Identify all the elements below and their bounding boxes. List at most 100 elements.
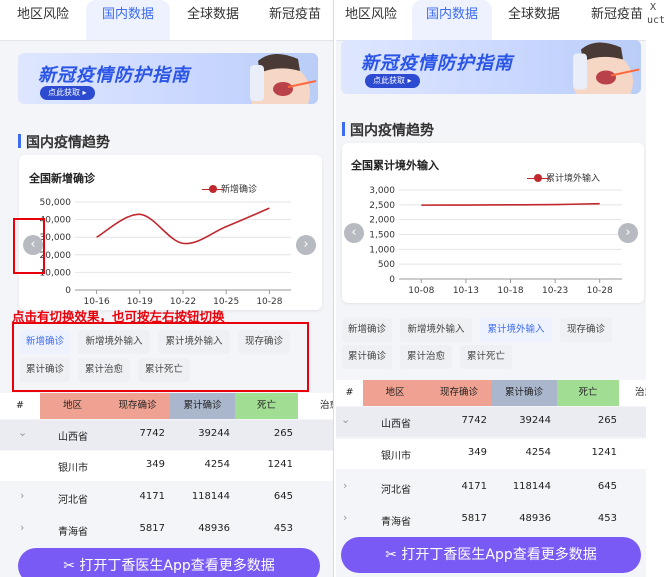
death-cell: 645 (597, 481, 617, 492)
y-tick-label: 2,500 (369, 201, 395, 211)
tab-domestic-data[interactable]: 国内数据 (412, 0, 492, 40)
banner-cta-button[interactable]: 点此获取 ▸ (40, 86, 95, 100)
chart-card: 全国累计境外输入 累计境外输入 0 500 1,000 1,500 2,000 2,500… (342, 143, 644, 303)
region-cell: 银川市 (381, 451, 411, 462)
current-cell: 4171 (461, 481, 487, 492)
total-cell: 4254 (204, 459, 230, 470)
death-cell: 453 (597, 513, 617, 524)
table-row[interactable]: › 河北省 4171 118144 645 (336, 473, 646, 503)
chevron-right-icon: › (625, 225, 631, 240)
death-cell: 1241 (267, 459, 293, 470)
current-cell: 5817 (461, 513, 487, 524)
total-cell: 39244 (198, 428, 230, 439)
col-header-current[interactable]: 现存确诊 (105, 393, 170, 419)
y-tick-label: 0 (389, 275, 395, 285)
tab-bar: 地区风险 国内数据 全球数据 新冠疫苗 (336, 0, 646, 41)
col-header-total[interactable]: 累计确诊 (170, 393, 235, 419)
section-title: 国内疫情趋势 (342, 120, 434, 140)
current-cell: 349 (145, 459, 165, 470)
col-header-current[interactable]: 现存确诊 (427, 380, 491, 406)
region-cell: 河北省 (58, 495, 88, 506)
chevron-right-icon[interactable]: › (343, 511, 347, 524)
table-row[interactable]: › 青海省 5817 48936 453 (336, 505, 646, 535)
region-cell: 河北省 (381, 485, 411, 496)
col-header-cured[interactable]: 治愈 (298, 393, 333, 419)
y-tick-label: 500 (378, 260, 395, 270)
table-row[interactable]: › 青海省 5817 48936 453 (0, 515, 333, 545)
y-tick-label: 1,500 (369, 231, 395, 241)
death-cell: 265 (597, 415, 617, 426)
table-row[interactable]: 银川市 349 4254 1241 (336, 439, 646, 469)
total-cell: 118144 (191, 491, 230, 502)
table-row[interactable]: › 河北省 4171 118144 645 (0, 483, 333, 513)
death-cell: 453 (273, 523, 293, 534)
chart-prev-arrow[interactable]: ‹ (344, 223, 364, 243)
col-header-cured[interactable]: 治愈 (619, 380, 646, 406)
chip-new-imported[interactable]: 新增境外输入 (400, 318, 472, 342)
col-header-region[interactable]: 地区 (363, 380, 427, 406)
x-tick-label: 10-28 (587, 286, 613, 296)
region-cell: 银川市 (58, 463, 88, 474)
tab-vaccine[interactable]: 新冠疫苗 (260, 0, 330, 40)
x-tick-label: 10-18 (497, 286, 523, 296)
x-tick-label: 10-13 (453, 286, 479, 296)
table-row[interactable]: ⌄ 山西省 7742 39244 265 (336, 407, 646, 437)
region-cell: 青海省 (381, 517, 411, 528)
chevron-down-icon[interactable]: ⌄ (341, 413, 350, 426)
current-cell: 349 (467, 447, 487, 458)
edge-fragment-top: X (650, 2, 657, 13)
chart-next-arrow[interactable]: › (296, 235, 316, 255)
edge-fragment-bottom: uct (647, 15, 666, 26)
chevron-down-icon[interactable]: ⌄ (18, 426, 27, 439)
death-cell: 645 (273, 491, 293, 502)
col-header-index: # (0, 393, 40, 419)
chip-total-imported[interactable]: 累计境外输入 (480, 318, 552, 342)
y-tick-label: 50,000 (40, 198, 72, 208)
chevron-right-icon[interactable]: › (20, 521, 24, 534)
tab-global-data[interactable]: 全球数据 (178, 0, 248, 40)
chart-card: 全国新增确诊 新增确诊 0 10,000 20,000 30,000 40,000 50,… (19, 155, 322, 310)
open-app-button[interactable]: ✂ 打开丁香医生App查看更多数据 (18, 548, 320, 577)
banner-cta-button[interactable]: 点此获取 ▸ (365, 74, 420, 88)
leaf-icon: ✂ (385, 547, 402, 563)
banner-title: 新冠疫情防护指南 (38, 65, 190, 86)
tab-domestic-data[interactable]: 国内数据 (86, 0, 170, 40)
series-line (96, 207, 270, 245)
tab-vaccine[interactable]: 新冠疫苗 (582, 0, 646, 40)
chart-next-arrow[interactable]: › (618, 223, 638, 243)
region-cell: 山西省 (381, 419, 411, 430)
chip-total-cured[interactable]: 累计治愈 (400, 345, 452, 369)
chevron-right-icon[interactable]: › (20, 489, 24, 502)
chevron-right-icon[interactable]: › (343, 479, 347, 492)
y-tick-label: 1,000 (369, 245, 395, 255)
chip-new-confirmed[interactable]: 新增确诊 (342, 318, 392, 342)
open-app-label: 打开丁香医生App查看更多数据 (79, 558, 275, 574)
chip-current-confirmed[interactable]: 现存确诊 (560, 318, 612, 342)
tab-bar: 地区风险 国内数据 全球数据 新冠疫苗 (0, 0, 333, 41)
total-cell: 4254 (525, 447, 551, 458)
col-header-region[interactable]: 地区 (40, 393, 105, 419)
chevron-right-icon: › (303, 237, 309, 252)
col-header-index: # (336, 380, 363, 406)
tab-region-risk[interactable]: 地区风险 (338, 0, 404, 40)
guide-banner[interactable]: 新冠疫情防护指南 点此获取 ▸ (18, 53, 318, 104)
x-tick-label: 10-08 (408, 286, 434, 296)
table-row[interactable]: ⌄ 山西省 7742 39244 265 (0, 420, 333, 450)
region-cell: 山西省 (58, 432, 88, 443)
col-header-total[interactable]: 累计确诊 (491, 380, 557, 406)
chip-total-deaths[interactable]: 累计死亡 (460, 345, 512, 369)
table-row[interactable]: 银川市 349 4254 1241 (0, 451, 333, 481)
open-app-button[interactable]: ✂ 打开丁香医生App查看更多数据 (341, 537, 641, 573)
chevron-left-icon: ‹ (351, 225, 357, 240)
tab-region-risk[interactable]: 地区风险 (10, 0, 76, 40)
section-title: 国内疫情趋势 (18, 132, 110, 152)
open-app-label: 打开丁香医生App查看更多数据 (401, 547, 597, 563)
death-cell: 265 (273, 428, 293, 439)
banner-title: 新冠疫情防护指南 (361, 53, 513, 74)
col-header-death[interactable]: 死亡 (557, 380, 619, 406)
tab-global-data[interactable]: 全球数据 (498, 0, 570, 40)
col-header-death[interactable]: 死亡 (235, 393, 298, 419)
guide-banner[interactable]: 新冠疫情防护指南 点此获取 ▸ (341, 40, 641, 94)
chip-total-confirmed[interactable]: 累计确诊 (342, 345, 392, 369)
x-tick-label: 10-23 (542, 286, 568, 296)
